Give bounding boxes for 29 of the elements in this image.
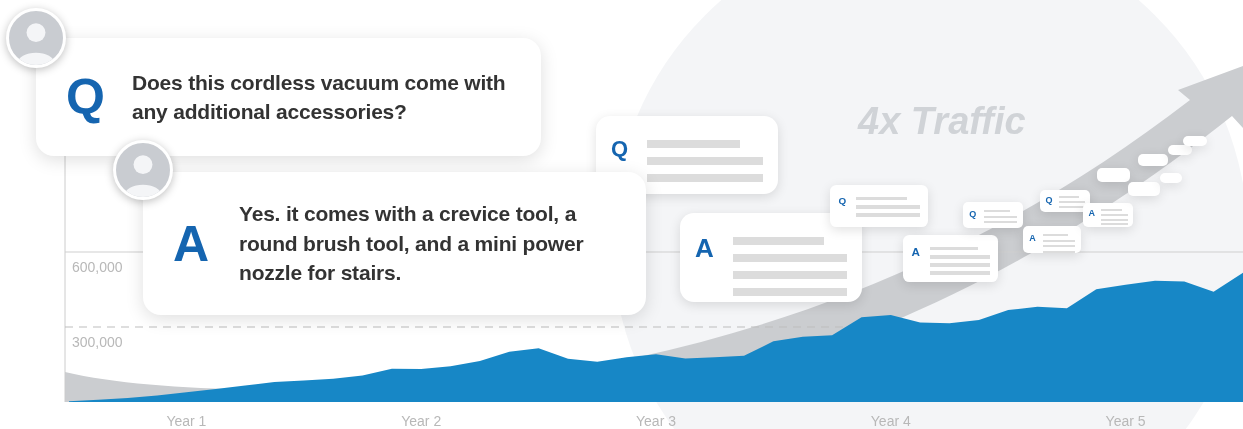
card-letter: Q: [611, 138, 629, 160]
question-text: Does this cordless vacuum come with any additional accessories?: [132, 69, 507, 125]
y-axis-label: 600,000: [72, 259, 123, 275]
x-axis-label: Year 3: [636, 413, 676, 429]
placeholder-lines-drawing: [1101, 209, 1128, 226]
x-axis-label: Year 2: [401, 413, 442, 429]
tiny-card-drawing: [1097, 168, 1130, 182]
x-axis-label: Year 1: [166, 413, 207, 429]
card-letter: Q: [969, 209, 977, 219]
tiny-card-drawing: [1138, 154, 1168, 166]
answer-letter: A: [173, 218, 211, 269]
tiny-card-drawing: [1168, 145, 1192, 155]
question-letter: Q: [66, 72, 106, 122]
placeholder-lines-drawing: [1058, 196, 1085, 208]
placeholder-lines-drawing: [856, 196, 920, 217]
card-letter: Q: [838, 196, 847, 206]
x-axis-label: Year 4: [870, 413, 911, 429]
placeholder-lines-drawing: [1043, 234, 1075, 253]
y-axis-label: 300,000: [72, 334, 123, 350]
tiny-card-drawing: [1183, 136, 1207, 146]
placeholder-lines-drawing: [983, 210, 1017, 224]
card-letter: A: [911, 246, 920, 258]
x-axis-label: Year 5: [1105, 413, 1146, 429]
card-letter: A: [1029, 233, 1036, 243]
card-letter: A: [1088, 209, 1095, 218]
placeholder-lines-drawing: [930, 246, 990, 276]
answer-text: Yes. it comes with a crevice tool, a round brush tool, and a mini power nozzle for stairs.: [239, 201, 585, 287]
card-letter: Q: [1045, 196, 1053, 205]
card-letter: A: [695, 235, 714, 261]
